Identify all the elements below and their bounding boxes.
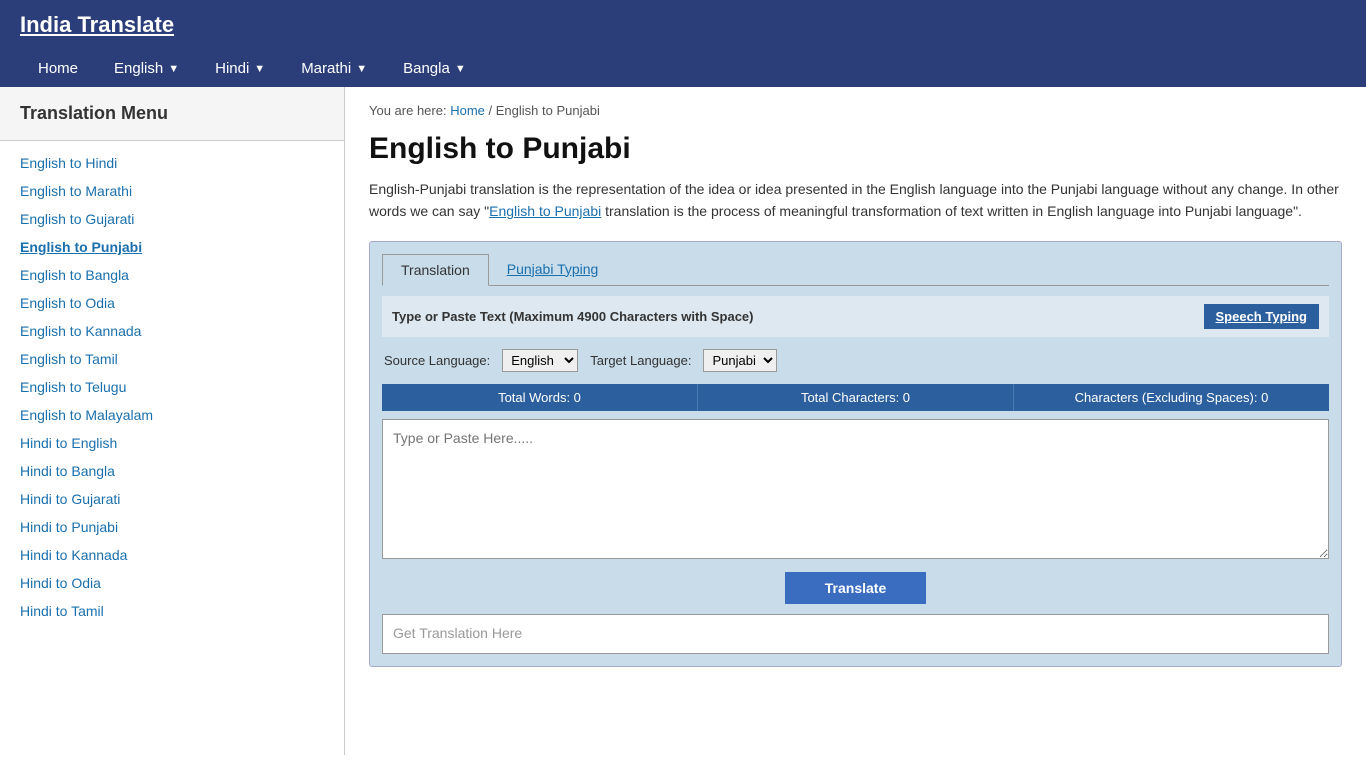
sidebar-title: Translation Menu xyxy=(0,87,344,141)
sidebar-link[interactable]: English to Gujarati xyxy=(0,205,344,233)
breadcrumb: You are here: Home / English to Punjabi xyxy=(369,103,1342,118)
chevron-down-icon: ▼ xyxy=(254,63,265,75)
stats-row: Total Words: 0 Total Characters: 0 Chara… xyxy=(382,384,1329,411)
target-language-label: Target Language: xyxy=(590,353,691,368)
stat-total-words: Total Words: 0 xyxy=(382,384,698,411)
chevron-down-icon: ▼ xyxy=(168,63,179,75)
sidebar-link[interactable]: English to Marathi xyxy=(0,177,344,205)
main-content: You are here: Home / English to Punjabi … xyxy=(345,87,1366,755)
sidebar-link[interactable]: Hindi to Gujarati xyxy=(0,485,344,513)
target-language-select[interactable]: Punjabi Hindi Bengali Tamil Telugu xyxy=(703,349,777,372)
site-title[interactable]: India Translate xyxy=(20,12,174,38)
stat-total-chars: Total Characters: 0 xyxy=(698,384,1014,411)
translate-button-row: Translate xyxy=(382,572,1329,604)
sidebar-link[interactable]: English to Tamil xyxy=(0,345,344,373)
sidebar-link[interactable]: English to Punjabi xyxy=(0,233,344,261)
sidebar-link[interactable]: English to Kannada xyxy=(0,317,344,345)
translation-header: Type or Paste Text (Maximum 4900 Charact… xyxy=(382,296,1329,337)
tab-translation[interactable]: Translation xyxy=(382,254,489,286)
page-title: English to Punjabi xyxy=(369,132,1342,166)
tab-bar: Translation Punjabi Typing xyxy=(382,254,1329,286)
sidebar-link[interactable]: English to Bangla xyxy=(0,261,344,289)
stat-chars-no-space: Characters (Excluding Spaces): 0 xyxy=(1014,384,1329,411)
source-language-label: Source Language: xyxy=(384,353,490,368)
max-chars-label: Type or Paste Text (Maximum 4900 Charact… xyxy=(392,309,754,324)
translate-button[interactable]: Translate xyxy=(785,572,926,604)
main-layout: Translation Menu English to HindiEnglish… xyxy=(0,87,1366,755)
breadcrumb-separator: / xyxy=(489,103,496,118)
sidebar-link[interactable]: English to Telugu xyxy=(0,373,344,401)
sidebar-link[interactable]: English to Malayalam xyxy=(0,401,344,429)
language-row: Source Language: English Hindi Marathi G… xyxy=(382,345,1329,376)
input-textarea[interactable] xyxy=(382,419,1329,559)
sidebar-link[interactable]: Hindi to Odia xyxy=(0,569,344,597)
main-nav: HomeEnglish▼Hindi▼Marathi▼Bangla▼ xyxy=(20,50,1346,87)
sidebar-link[interactable]: English to Odia xyxy=(0,289,344,317)
desc-link[interactable]: English to Punjabi xyxy=(489,203,601,219)
nav-item-bangla[interactable]: Bangla▼ xyxy=(385,50,484,87)
sidebar-link[interactable]: Hindi to Kannada xyxy=(0,541,344,569)
chevron-down-icon: ▼ xyxy=(455,63,466,75)
nav-item-english[interactable]: English▼ xyxy=(96,50,197,87)
nav-item-marathi[interactable]: Marathi▼ xyxy=(283,50,385,87)
site-header: India Translate HomeEnglish▼Hindi▼Marath… xyxy=(0,0,1366,87)
sidebar-link[interactable]: Hindi to Punjabi xyxy=(0,513,344,541)
sidebar: Translation Menu English to HindiEnglish… xyxy=(0,87,345,755)
breadcrumb-prefix: You are here: xyxy=(369,103,447,118)
breadcrumb-current: English to Punjabi xyxy=(496,103,600,118)
tab-punjabi-typing[interactable]: Punjabi Typing xyxy=(489,254,617,285)
translation-box: Translation Punjabi Typing Type or Paste… xyxy=(369,241,1342,667)
sidebar-links: English to HindiEnglish to MarathiEnglis… xyxy=(0,141,344,633)
output-area: Get Translation Here xyxy=(382,614,1329,654)
output-placeholder: Get Translation Here xyxy=(393,625,522,641)
sidebar-link[interactable]: English to Hindi xyxy=(0,149,344,177)
sidebar-link[interactable]: Hindi to Tamil xyxy=(0,597,344,625)
sidebar-link[interactable]: Hindi to English xyxy=(0,429,344,457)
breadcrumb-home[interactable]: Home xyxy=(450,103,485,118)
desc-part2: translation is the process of meaningful… xyxy=(601,203,1302,219)
sidebar-link[interactable]: Hindi to Bangla xyxy=(0,457,344,485)
chevron-down-icon: ▼ xyxy=(356,63,367,75)
page-description: English-Punjabi translation is the repre… xyxy=(369,178,1342,223)
speech-typing-button[interactable]: Speech Typing xyxy=(1204,304,1320,329)
nav-item-hindi[interactable]: Hindi▼ xyxy=(197,50,283,87)
nav-item-home[interactable]: Home xyxy=(20,50,96,87)
source-language-select[interactable]: English Hindi Marathi Gujarati xyxy=(502,349,578,372)
